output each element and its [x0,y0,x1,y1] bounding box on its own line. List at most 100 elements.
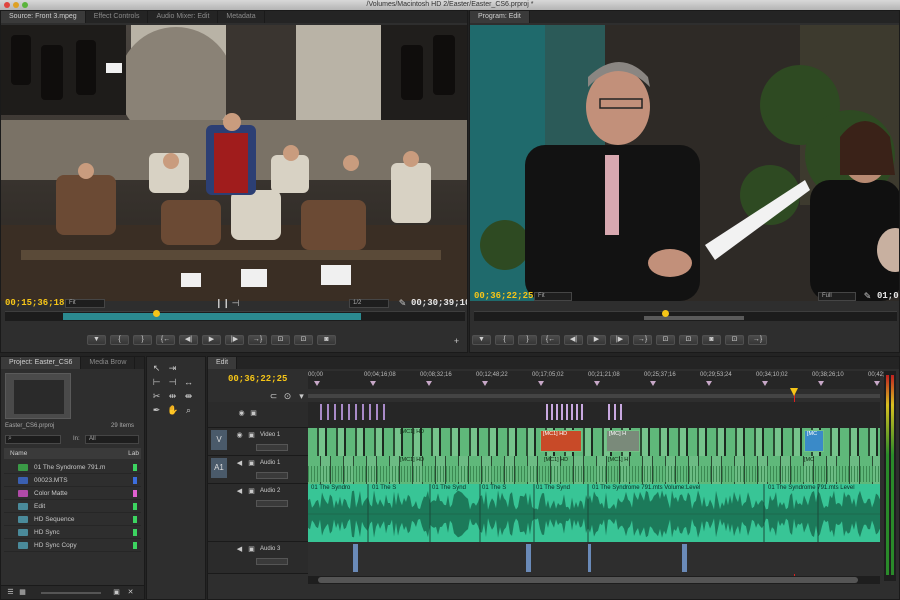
step-back-button[interactable]: ◀| [179,335,198,345]
ruler-marker[interactable] [706,381,712,386]
column-label[interactable]: Lab [128,448,139,459]
delete-icon[interactable]: ✕ [125,587,136,598]
insert-button[interactable]: ⊡ [271,335,290,345]
audio3-clip-4[interactable] [682,544,687,572]
project-item[interactable]: HD Sync Copy [4,539,141,552]
program-fit-dropdown[interactable]: Fit [534,292,572,301]
program-more-button[interactable]: →} [748,335,767,345]
audio1-label[interactable]: Audio 1 [260,460,280,466]
project-item[interactable]: 00023.MTS [4,474,141,487]
program-go-to-out-button[interactable]: →} [633,335,652,345]
step-forward-button[interactable]: |▶ [225,335,244,345]
tab-source[interactable]: Source: Front 3.mpeg [1,11,86,23]
ruler-marker[interactable] [314,381,320,386]
audio1-speaker-icon[interactable]: ◀ [234,458,245,469]
slide-tool-icon[interactable]: ⇼ [183,391,194,402]
track-select-tool-icon[interactable]: ⇥ [167,363,178,374]
program-zoom-bar[interactable] [644,316,744,320]
linked-selection-icon[interactable]: ⊙ [282,391,293,402]
go-to-in-button[interactable]: {← [156,335,175,345]
zoom-window-icon[interactable] [22,2,28,8]
audio3-clip-1[interactable] [353,544,358,572]
play-button[interactable]: ▶ [202,335,221,345]
audio3-clip-3[interactable] [588,544,591,572]
program-play-button[interactable]: ▶ [587,335,606,345]
selection-tool-icon[interactable]: ↖ [151,363,162,374]
audio3-track[interactable] [308,542,880,574]
program-go-to-in-button[interactable]: {← [541,335,560,345]
source-video-frame[interactable] [1,25,467,301]
audio2-speaker-icon[interactable]: ◀ [234,486,245,497]
audio1-lock-icon[interactable]: ▣ [246,458,257,469]
ruler-marker[interactable] [874,381,880,386]
source-resolution-dropdown[interactable]: 1/2 [349,299,389,308]
marker-cluster-2[interactable] [546,404,586,420]
audio2-clip-strip[interactable]: 01 The Syndro 01 The S 01 The Synd 01 Th… [308,484,880,542]
slip-tool-icon[interactable]: ⇹ [167,391,178,402]
add-marker-button[interactable]: ▼ [87,335,106,345]
program-timecode[interactable]: 00;36;22;25 [474,291,533,301]
wrench-icon[interactable]: ✎ [397,298,408,309]
ruler-marker[interactable] [370,381,376,386]
audio1-display-style[interactable] [256,472,288,479]
video1-label[interactable]: Video 1 [260,432,280,438]
lift-button[interactable]: ⊡ [656,335,675,345]
in-filter-dropdown[interactable]: All [85,435,139,444]
program-playhead[interactable] [662,310,669,317]
ruler-marker[interactable] [426,381,432,386]
timeline-tracks-area[interactable]: [MC1] HD [MC] H [MC [MC1] HD [MC1] HD [M… [308,402,880,574]
program-scrubber[interactable] [474,310,897,321]
button-editor-icon[interactable]: + [451,336,462,347]
pen-tool-icon[interactable]: ✒ [151,405,162,416]
audio3-display-style[interactable] [256,558,288,565]
video-clip-highlight-2[interactable]: [MC] H [606,430,640,452]
eye-icon[interactable]: ◉ [236,408,247,419]
lock-icon[interactable]: ▣ [248,408,259,419]
video1-display-style[interactable] [256,444,288,451]
source-playhead[interactable] [153,310,160,317]
comparison-button[interactable]: ⊡ [725,335,744,345]
ruler-marker[interactable] [762,381,768,386]
marker-cluster-1[interactable] [320,404,390,420]
program-step-forward-button[interactable]: |▶ [610,335,629,345]
project-search-input[interactable]: ⌕ [5,435,61,444]
go-to-out-button[interactable]: →} [248,335,267,345]
timeline-scroll-thumb[interactable] [318,577,858,583]
tab-effect-controls[interactable]: Effect Controls [86,11,149,23]
export-frame-button[interactable]: ◙ [317,335,336,345]
marker-cluster-3[interactable] [608,404,622,420]
tab-timeline-edit[interactable]: Edit [208,357,238,369]
add-marker-icon[interactable]: ▾ [296,391,307,402]
hand-tool-icon[interactable]: ✋ [167,405,178,416]
timeline-timecode[interactable]: 00;36;22;25 [228,374,287,384]
program-video-frame[interactable] [470,25,899,301]
project-item[interactable]: HD Sequence [4,513,141,526]
program-step-back-button[interactable]: ◀| [564,335,583,345]
audio-source-patch[interactable]: A1 [211,458,227,478]
snap-icon[interactable]: ⊂ [268,391,279,402]
ruler-marker[interactable] [482,381,488,386]
timeline-horizontal-scrollbar[interactable] [308,576,880,584]
audio3-lock-icon[interactable]: ▣ [246,544,257,555]
tab-media-browser[interactable]: Media Brow [81,357,136,369]
project-item[interactable]: 01 The Syndrome 791.m [4,461,141,474]
rate-stretch-tool-icon[interactable]: ↔ [183,377,194,388]
video-eye-icon[interactable]: ◉ [234,430,245,441]
tab-metadata[interactable]: Metadata [218,11,265,23]
list-view-icon[interactable]: ☰ [5,587,16,598]
audio1-clip-strip[interactable]: [MC1] HD [MC1] H [MC [MC1] HD [308,456,880,484]
audio2-display-style[interactable] [256,500,288,507]
ruler-marker[interactable] [538,381,544,386]
ripple-edit-tool-icon[interactable]: ⊢ [151,377,162,388]
pause-icon[interactable]: ❙❙ [215,298,230,309]
audio2-lock-icon[interactable]: ▣ [246,486,257,497]
ruler-marker[interactable] [650,381,656,386]
column-name[interactable]: Name [10,448,27,459]
tab-program[interactable]: Program: Edit [470,11,530,23]
razor-tool-icon[interactable]: ✂ [151,391,162,402]
ruler-marker[interactable] [818,381,824,386]
project-item[interactable]: Color Matte [4,487,141,500]
audio3-label[interactable]: Audio 3 [260,546,280,552]
source-scrubber[interactable] [5,310,465,321]
tab-audio-mixer[interactable]: Audio Mixer: Edit [148,11,219,23]
